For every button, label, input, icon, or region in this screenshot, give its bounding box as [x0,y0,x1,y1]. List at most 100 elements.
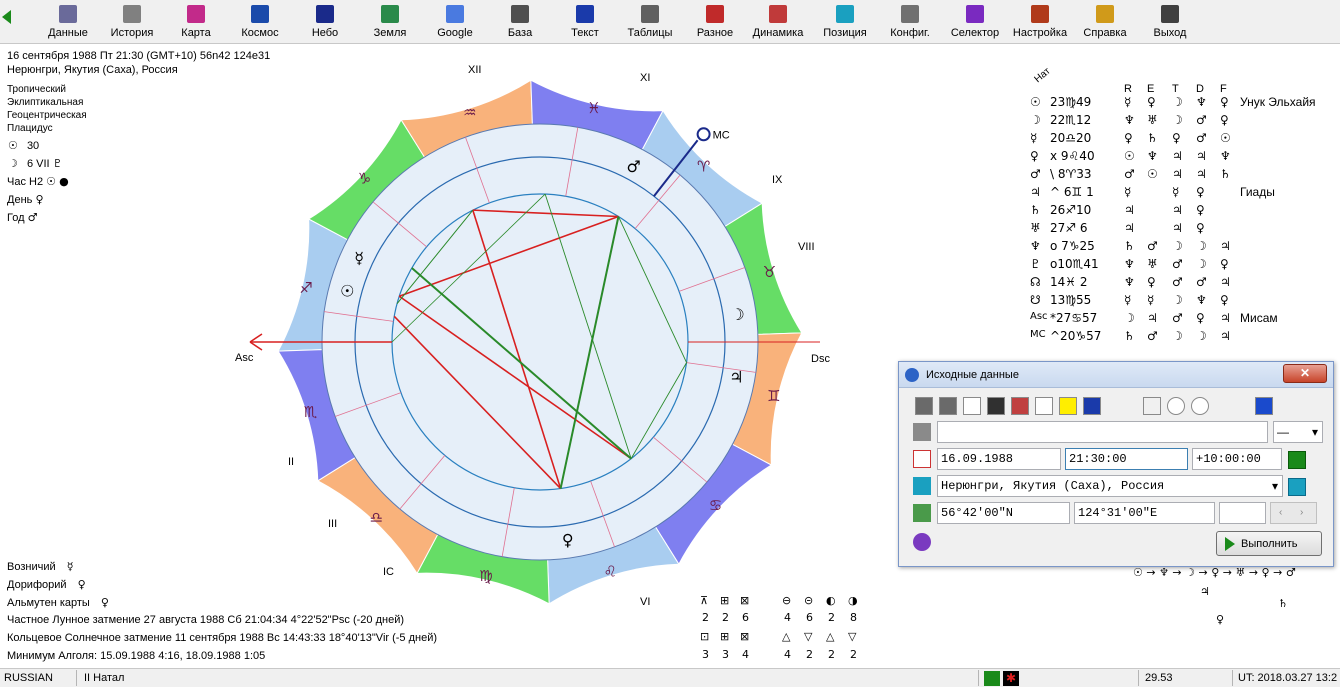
longitude-input[interactable]: 124°31'00"E [1074,502,1215,524]
toolbar-history-button[interactable]: История [102,3,162,41]
toolbar-database-button[interactable]: База [490,3,550,41]
globe-icon[interactable] [913,477,931,495]
rulership-cell: ♂ [1196,113,1207,127]
radio-small-icon[interactable] [1167,397,1185,415]
table-row[interactable]: ☽ 22♏12 ♆ ♅ ☽ ♂ ♀ [1026,113,1340,131]
timezone-input[interactable]: +10:00:00 [1192,448,1282,470]
table-row[interactable]: ♄ 26♐10 ♃ ♃ ♀ [1026,203,1340,221]
copy-icon[interactable] [915,397,933,415]
toolbar-label: Таблицы [627,27,673,39]
status-separator [1232,670,1233,686]
table-row[interactable]: ♇ o10♏41 ♆ ♅ ♂ ☽ ♀ [1026,257,1340,275]
name-input[interactable] [937,421,1268,443]
natal-chart-wheel[interactable]: ♓♈♉♊♋♌♍♎♏♐♑♒☉☽☿♀♂♃XIIXIIXVIIIIIIIIICVIAs… [230,55,840,625]
toolbar-selector-button[interactable]: Селектор [945,3,1005,41]
rulership-cell: ♃ [1172,203,1183,217]
toolbar-label: Справка [1083,27,1127,39]
spin-left-icon[interactable]: ‹ [1279,507,1282,518]
dialog-title-bar[interactable]: Исходные данные ✕ [899,362,1333,388]
table-row[interactable]: ☿ 20♎20 ♀ ♄ ♀ ♂ ☉ [1026,131,1340,149]
table-row[interactable]: ☋ 13♍55 ☿ ☿ ☽ ♆ ♀ [1026,293,1340,311]
table-icon[interactable] [1011,397,1029,415]
toolbar-chart-button[interactable]: Карта [166,3,226,41]
person-icon[interactable] [913,423,931,441]
rulership-cell: ☽ [1172,113,1183,127]
pluto-icon: ♇ [52,157,63,170]
toolbar-sky-button[interactable]: Небо [295,3,355,41]
text-icon [576,5,594,23]
table-row[interactable]: ♂ \ 8♈33 ♂ ☉ ♃ ♃ ♄ [1026,167,1340,185]
toolbar-label: Текст [571,27,599,39]
status-star-indicator[interactable]: ✱ [1003,671,1019,686]
close-button[interactable]: ✕ [1283,364,1327,383]
table-row[interactable]: ♆ o 7♑25 ♄ ♂ ☽ ☽ ♃ [1026,239,1340,257]
quality-icon: ◑ [848,594,858,607]
pointer-icon[interactable] [1083,397,1101,415]
table-row[interactable]: ☊ 14♓ 2 ♆ ♀ ♂ ♂ ♃ [1026,275,1340,293]
exit-icon [1161,5,1179,23]
h-icon[interactable] [1059,397,1077,415]
toolbar-data-button[interactable]: Данные [38,3,98,41]
atlas-button[interactable] [1288,478,1306,496]
radio-icon[interactable] [1191,397,1209,415]
rulership-cell: ☉ [1220,131,1231,145]
daylight-toggle[interactable] [1288,451,1306,469]
zodiac-glyph-icon: ♊ [767,387,780,405]
venus-icon: ♀ [35,193,44,206]
house-label: III [328,518,337,530]
execute-button[interactable]: Выполнить [1216,531,1322,556]
table-row[interactable]: ☉ 23♍49 ☿ ♀ ☽ ♆ ♀ Унук Эльхайя [1026,95,1340,113]
table-column-header: T [1172,83,1179,95]
toolbar-config-button[interactable]: Конфиг. [880,3,940,41]
s-icon[interactable] [1143,397,1161,415]
mc-circle-icon [696,127,711,142]
target-icon[interactable] [913,533,931,551]
time-input[interactable]: 21:30:00 [1065,448,1188,470]
toolbar-cosmos-button[interactable]: Космос [230,3,290,41]
z-icon[interactable] [1255,397,1273,415]
rulership-cell: ♀ [1220,257,1229,271]
toolbar-settings-button[interactable]: Настройка [1010,3,1070,41]
toolbar-position-button[interactable]: Позиция [815,3,875,41]
table-row[interactable]: ♅ 27♐ 6 ♃ ♃ ♀ [1026,221,1340,239]
toolbar-tables-button[interactable]: Таблицы [620,3,680,41]
k-icon[interactable] [1035,397,1053,415]
altitude-input[interactable] [1219,502,1266,524]
table-row[interactable]: Asc *27♋57 ☽ ♃ ♂ ♀ ♃ Мисам [1026,311,1340,329]
place-input[interactable]: Нерюнгри, Якутия (Саха), Россия ▾ [937,475,1283,497]
planet-symbol: ♀ [1030,149,1039,163]
toolbar-exit-button[interactable]: Выход [1140,3,1200,41]
rulership-cell: ♀ [1124,131,1133,145]
setting-houses: Плацидус [7,123,53,134]
toolbar-earth-button[interactable]: Земля [360,3,420,41]
coordinates-icon[interactable] [913,504,931,522]
toolbar-misc-button[interactable]: Разное [685,3,745,41]
save-icon[interactable] [987,397,1005,415]
spin-right-icon[interactable]: › [1300,507,1303,518]
moon-icon: ☽ [8,157,18,170]
main-toolbar: Данные История Карта Космос Небо Земля Google Б… [0,0,1340,44]
latitude-input[interactable]: 56°42'00"N [937,502,1070,524]
chart-icon [187,5,205,23]
paste-icon[interactable] [939,397,957,415]
triangle-count: 2 [806,648,813,661]
toolbar-text-button[interactable]: Текст [555,3,615,41]
altitude-spinner[interactable]: ‹ › [1270,502,1317,524]
toolbar-help-button[interactable]: Справка [1075,3,1135,41]
date-input[interactable]: 16.09.1988 [937,448,1061,470]
status-green-indicator[interactable] [984,671,1000,686]
new-icon[interactable] [963,397,981,415]
planet-degree: o10♏41 [1050,257,1099,271]
planet-glyph-icon: ♃ [729,368,743,387]
name-dropdown[interactable]: — ▾ [1273,421,1323,443]
back-arrow-icon[interactable] [2,10,11,24]
table-row[interactable]: MC ^20♑57 ♄ ♂ ☽ ☽ ♃ [1026,329,1340,347]
calendar-icon[interactable] [913,450,931,468]
rulership-cell: ♃ [1220,329,1231,343]
toolbar-google-button[interactable]: Google [425,3,485,41]
table-row[interactable]: ♃ ^ 6♊ 1 ☿ ☿ ♀ Гиады [1026,185,1340,203]
input-data-dialog[interactable]: Исходные данные ✕ — ▾ 16.09.1988 21:30:0… [898,361,1334,567]
toolbar-dynamics-button[interactable]: Динамика [748,3,808,41]
table-row[interactable]: ♀ x 9♌40 ☉ ♆ ♃ ♃ ♆ [1026,149,1340,167]
planet-symbol: ♅ [1030,221,1041,235]
